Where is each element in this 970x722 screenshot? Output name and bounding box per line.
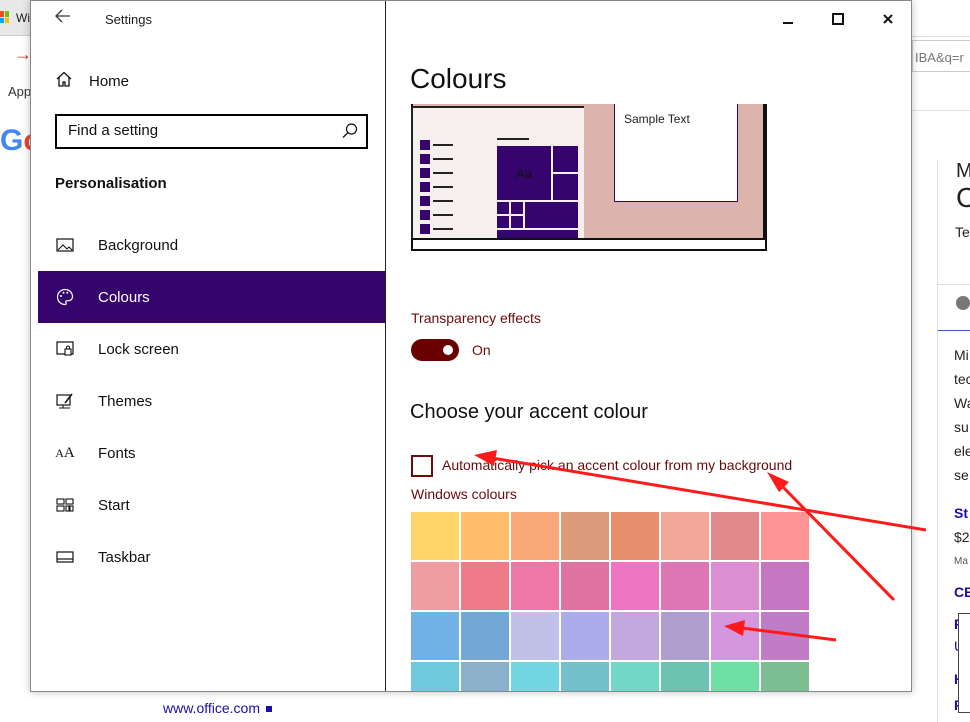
lock-screen-icon (55, 339, 75, 359)
back-arrow-icon (55, 9, 70, 23)
minimize-icon (783, 22, 793, 24)
sidebar-item-label: Taskbar (98, 548, 151, 566)
transparency-toggle[interactable] (411, 339, 459, 361)
background-dialog-fragment (958, 613, 970, 713)
preview-start-menu: Aa (411, 106, 584, 240)
themes-icon (55, 391, 75, 411)
colour-swatch[interactable] (761, 612, 809, 660)
theme-preview: Aa Sample Text (411, 104, 767, 251)
colour-swatch[interactable] (511, 512, 559, 560)
colour-swatch[interactable] (711, 612, 759, 660)
windows-logo-icon (0, 11, 9, 23)
preview-sample-text: Sample Text (624, 112, 690, 126)
settings-sidebar: Settings Home Find a setting Personalisa… (31, 1, 386, 691)
colour-swatch[interactable] (761, 662, 809, 691)
sidebar-item-label: Start (98, 496, 130, 514)
sidebar-item-start[interactable]: Start (38, 479, 385, 531)
colour-swatch[interactable] (411, 512, 459, 560)
colour-swatch[interactable] (711, 662, 759, 691)
sidebar-item-label: Themes (98, 392, 153, 410)
windows-colours-label: Windows colours (411, 486, 517, 502)
close-icon (883, 14, 893, 24)
toggle-knob (443, 345, 453, 355)
start-icon (55, 495, 75, 515)
palette-icon (55, 287, 75, 307)
sidebar-item-themes[interactable]: Themes (38, 375, 385, 427)
colour-swatch[interactable] (461, 662, 509, 691)
sidebar-item-lock-screen[interactable]: Lock screen (38, 323, 385, 375)
sidebar-item-label: Background (98, 236, 179, 254)
browser-apps-label[interactable]: App (8, 84, 31, 99)
browser-divider-2 (912, 110, 970, 111)
colour-swatch[interactable] (461, 612, 509, 660)
colour-swatch[interactable] (761, 512, 809, 560)
sidebar-item-label: Colours (98, 288, 150, 306)
picture-icon (55, 235, 75, 255)
footer-link[interactable]: www.office.com (163, 700, 272, 716)
home-label: Home (89, 72, 130, 90)
auto-pick-label[interactable]: Automatically pick an accent colour from… (442, 457, 792, 473)
close-button[interactable] (863, 1, 911, 37)
colour-swatch[interactable] (461, 512, 509, 560)
sidebar-item-label: Lock screen (98, 340, 179, 358)
colour-swatch[interactable] (461, 562, 509, 610)
browser-tab-label: Wi (16, 11, 30, 25)
colour-swatch[interactable] (661, 562, 709, 610)
auto-pick-checkbox[interactable] (411, 455, 433, 477)
colour-swatch[interactable] (561, 612, 609, 660)
accent-colour-grid (411, 512, 811, 691)
colour-swatch[interactable] (711, 562, 759, 610)
window-title: Settings (105, 12, 152, 27)
sidebar-item-colours[interactable]: Colours (38, 271, 385, 323)
sidebar-item-taskbar[interactable]: Taskbar (38, 531, 385, 583)
search-input[interactable]: Find a setting (55, 114, 368, 149)
transparency-state: On (472, 342, 491, 358)
browser-divider (912, 36, 970, 37)
search-icon[interactable] (341, 121, 359, 141)
colour-swatch[interactable] (561, 662, 609, 691)
section-heading: Personalisation (55, 175, 167, 192)
sidebar-item-label: Fonts (98, 444, 136, 462)
colour-swatch[interactable] (511, 562, 559, 610)
colour-swatch[interactable] (611, 512, 659, 560)
search-placeholder: Find a setting (68, 122, 159, 139)
colour-swatch[interactable] (611, 612, 659, 660)
colour-swatch[interactable] (761, 562, 809, 610)
maximize-button[interactable] (813, 1, 863, 37)
colour-swatch[interactable] (711, 512, 759, 560)
page-title: Colours (410, 63, 507, 94)
title-bar[interactable]: Settings (31, 1, 386, 37)
colour-swatch[interactable] (411, 662, 459, 691)
accent-heading: Choose your accent colour (410, 401, 648, 423)
sidebar-item-background[interactable]: Background (38, 219, 385, 271)
settings-window: Settings Home Find a setting Personalisa… (30, 0, 912, 692)
colour-swatch[interactable] (561, 562, 609, 610)
colour-swatch[interactable] (411, 562, 459, 610)
colour-swatch[interactable] (661, 612, 709, 660)
preview-taskbar (411, 238, 767, 251)
colour-swatch[interactable] (511, 612, 559, 660)
colour-swatch[interactable] (611, 662, 659, 691)
colour-swatch[interactable] (611, 562, 659, 610)
sidebar-item-fonts[interactable]: AA Fonts (38, 427, 385, 479)
taskbar-icon (55, 547, 75, 567)
home-nav-item[interactable]: Home (55, 71, 129, 91)
minimize-button[interactable] (763, 1, 813, 37)
preview-tile-aa: Aa (497, 146, 551, 200)
browser-address-bar[interactable]: IBA&q=r (912, 40, 970, 72)
colours-page: Colours Aa Sample Text Transparency effe… (387, 1, 911, 691)
fonts-icon: AA (55, 444, 75, 461)
colour-swatch[interactable] (661, 512, 709, 560)
colour-swatch[interactable] (411, 612, 459, 660)
globe-icon (956, 296, 970, 310)
home-icon (55, 71, 73, 91)
personalisation-nav: Background Colours Lock screen Themes A … (38, 219, 385, 583)
maximize-icon (832, 13, 844, 25)
colour-swatch[interactable] (561, 512, 609, 560)
colour-swatch[interactable] (661, 662, 709, 691)
transparency-label: Transparency effects (411, 310, 541, 326)
window-controls (763, 1, 911, 37)
colour-swatch[interactable] (511, 662, 559, 691)
back-button[interactable] (51, 7, 75, 31)
